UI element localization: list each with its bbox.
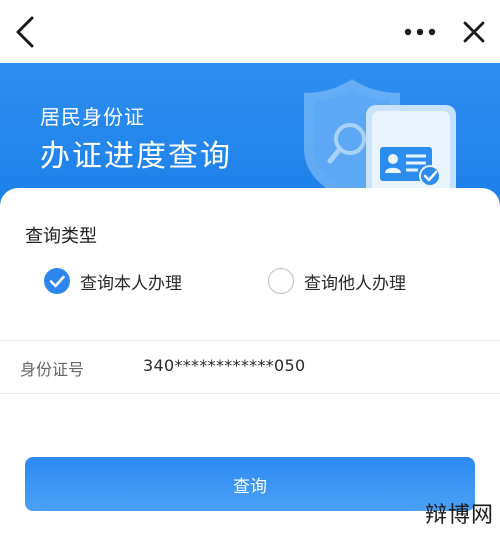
back-button[interactable]	[10, 12, 46, 52]
radio-unchecked-icon	[268, 268, 294, 294]
radio-label: 查询他人办理	[304, 273, 406, 294]
query-button[interactable]: 查询	[25, 457, 475, 511]
divider	[0, 340, 500, 341]
id-number-field[interactable]: 340************050	[143, 356, 305, 375]
query-form-card: 查询类型 查询本人办理 查询他人办理 身份证号 340************0…	[0, 188, 500, 535]
close-icon	[463, 21, 485, 43]
query-type-title: 查询类型	[25, 226, 97, 247]
id-card-shield-illustration	[304, 79, 456, 206]
radio-query-other[interactable]: 查询他人办理	[268, 266, 406, 296]
radio-checked-icon	[44, 268, 70, 294]
radio-label: 查询本人办理	[80, 273, 182, 294]
radio-query-self[interactable]: 查询本人办理	[44, 266, 182, 296]
banner-title: 办证进度查询	[40, 139, 232, 174]
banner-subtitle: 居民身份证	[40, 105, 145, 129]
top-navbar	[0, 0, 500, 63]
query-button-label: 查询	[233, 477, 267, 497]
divider	[0, 393, 500, 394]
more-button[interactable]	[398, 16, 442, 48]
id-number-label: 身份证号	[20, 360, 85, 379]
watermark: 辩博网	[424, 503, 494, 528]
chevron-left-icon	[16, 16, 34, 48]
more-dots-icon	[404, 28, 436, 36]
close-button[interactable]	[456, 14, 492, 50]
